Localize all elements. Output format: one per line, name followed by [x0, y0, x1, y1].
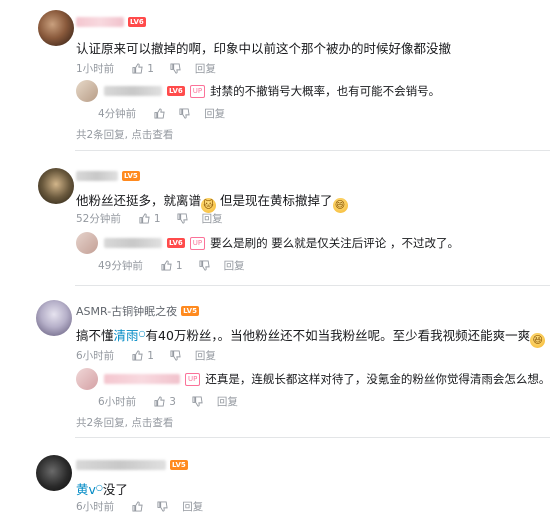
avatar[interactable] [36, 455, 72, 491]
username-row[interactable]: LV5 [76, 457, 188, 473]
reply-meta: 6小时前 3 回复 [98, 394, 238, 409]
dislike-icon[interactable] [199, 260, 210, 271]
reply: LV6 UP 要么是刷的 要么就是仅关注后评论 ，不过改了。 [104, 235, 459, 251]
laugh-emoji-icon: 😆 [530, 333, 546, 348]
level-badge: LV5 [170, 460, 188, 470]
mention-link[interactable]: 清雨 [114, 328, 139, 343]
level-badge: LV6 [128, 17, 146, 27]
dislike-icon[interactable] [179, 108, 190, 119]
comment-text: 认证原来可以撤掉的啊，印象中以前这个那个被办的时候好像都没撤 [76, 41, 452, 56]
reply-button[interactable]: 回复 [217, 394, 238, 409]
comment-text-part: 有40万粉丝，。当他粉丝还不如当我粉丝呢。至少看我视频还能爽一爽 [145, 328, 531, 343]
up-badge: UP [189, 84, 206, 98]
username-blurred[interactable] [76, 171, 118, 181]
level-badge: LV6 [167, 86, 185, 96]
username-row[interactable]: LV5 [76, 168, 140, 184]
reply: UP 还真是，连舰长都这样对待了，没氪金的粉丝你觉得清雨会怎么想。 [104, 371, 550, 387]
like-icon[interactable] [154, 396, 165, 407]
username[interactable]: ASMR-古铜钟眠之夜 [76, 303, 177, 319]
divider [75, 285, 550, 286]
divider [75, 150, 550, 151]
more-replies: 共2条回复, 点击查看 [76, 415, 173, 430]
reply-button[interactable]: 回复 [195, 61, 216, 76]
dislike-icon[interactable] [157, 501, 168, 512]
timestamp: 49分钟前 [98, 260, 143, 272]
divider [75, 437, 550, 438]
dislike-icon[interactable] [192, 396, 203, 407]
comment-text-part: 没了 [102, 482, 128, 497]
reply-button[interactable]: 回复 [182, 499, 203, 514]
like-icon[interactable] [132, 350, 143, 361]
reply-text: 还真是，连舰长都这样对待了，没氪金的粉丝你觉得清雨会怎么想。 [205, 372, 550, 386]
dislike-icon[interactable] [177, 213, 188, 224]
like-icon[interactable] [139, 213, 150, 224]
mention-link[interactable]: 黄v [76, 482, 96, 497]
like-icon[interactable] [161, 260, 172, 271]
username-row[interactable]: LV6 [76, 14, 146, 30]
username-blurred[interactable] [76, 17, 124, 27]
reply-username-blurred[interactable] [104, 86, 162, 96]
reply-meta: 49分钟前 1 回复 [98, 258, 245, 273]
reply-count: 共2条回复, [76, 129, 129, 141]
timestamp: 6小时前 [98, 396, 137, 408]
reply-button[interactable]: 回复 [195, 348, 216, 363]
like-count: 3 [169, 395, 176, 408]
like-count: 1 [153, 212, 161, 225]
reply-avatar[interactable] [76, 232, 98, 254]
reply-button[interactable]: 回复 [204, 106, 225, 121]
level-badge: LV6 [167, 238, 185, 248]
username-blurred[interactable] [76, 460, 166, 470]
laugh-emoji-icon: 😄 [332, 198, 348, 213]
more-replies: 共2条回复, 点击查看 [76, 127, 173, 142]
like-count: 1 [175, 259, 183, 272]
reply: LV6 UP 封禁的不撤销号大概率，也有可能不会销号。 [104, 83, 440, 99]
like-icon[interactable] [154, 108, 165, 119]
reply-meta: 4分钟前 回复 [98, 106, 225, 121]
username-row[interactable]: ASMR-古铜钟眠之夜 LV5 [76, 303, 199, 319]
timestamp: 52分钟前 [76, 213, 121, 225]
reply-button[interactable]: 回复 [224, 258, 245, 273]
comment-meta: 1小时前 1 回复 [76, 61, 216, 76]
like-count: 1 [147, 62, 154, 75]
comment-meta: 52分钟前 1 回复 [76, 211, 223, 226]
timestamp: 6小时前 [76, 350, 115, 362]
reply-count: 共2条回复, [76, 417, 129, 429]
reply-username-blurred[interactable] [104, 238, 162, 248]
dislike-icon[interactable] [170, 350, 181, 361]
search-icon: ○ [95, 483, 103, 492]
level-badge: LV5 [122, 171, 140, 181]
timestamp: 4分钟前 [98, 108, 137, 120]
timestamp: 6小时前 [76, 501, 115, 513]
timestamp: 1小时前 [76, 63, 115, 75]
like-count: 1 [147, 349, 154, 362]
comment-text-part: 搞不懂 [76, 328, 114, 343]
comment-meta: 6小时前 回复 [76, 499, 203, 514]
comment-text: 搞不懂清雨○有40万粉丝，。当他粉丝还不如当我粉丝呢。至少看我视频还能爽一爽 😆 [76, 325, 546, 348]
reply-username-blurred[interactable] [104, 374, 180, 384]
like-icon[interactable] [132, 63, 143, 74]
view-replies-link[interactable]: 点击查看 [131, 129, 173, 141]
comment-meta: 6小时前 1 回复 [76, 348, 216, 363]
avatar[interactable] [38, 10, 74, 46]
level-badge: LV5 [181, 306, 199, 316]
up-badge: UP [185, 372, 201, 386]
search-icon: ○ [138, 329, 146, 338]
reply-avatar[interactable] [76, 80, 98, 102]
up-badge: UP [189, 236, 206, 250]
avatar[interactable] [38, 168, 74, 204]
comment-text-part: 但是现在黄标撤掉了 [220, 193, 333, 208]
reply-avatar[interactable] [76, 368, 98, 390]
avatar[interactable] [36, 300, 72, 336]
view-replies-link[interactable]: 点击查看 [131, 417, 173, 429]
comment-text-part: 他粉丝还挺多，就离谱 [76, 193, 202, 208]
dislike-icon[interactable] [170, 63, 181, 74]
comment-text: 他粉丝还挺多，就离谱 🐱 但是现在黄标撤掉了 😄 [76, 190, 348, 213]
like-icon[interactable] [132, 501, 143, 512]
reply-text: 要么是刷的 要么就是仅关注后评论 ，不过改了。 [210, 236, 459, 250]
reply-button[interactable]: 回复 [202, 211, 223, 226]
comment-text: 黄v○没了 [76, 479, 128, 498]
reply-text: 封禁的不撤销号大概率，也有可能不会销号。 [210, 84, 441, 98]
